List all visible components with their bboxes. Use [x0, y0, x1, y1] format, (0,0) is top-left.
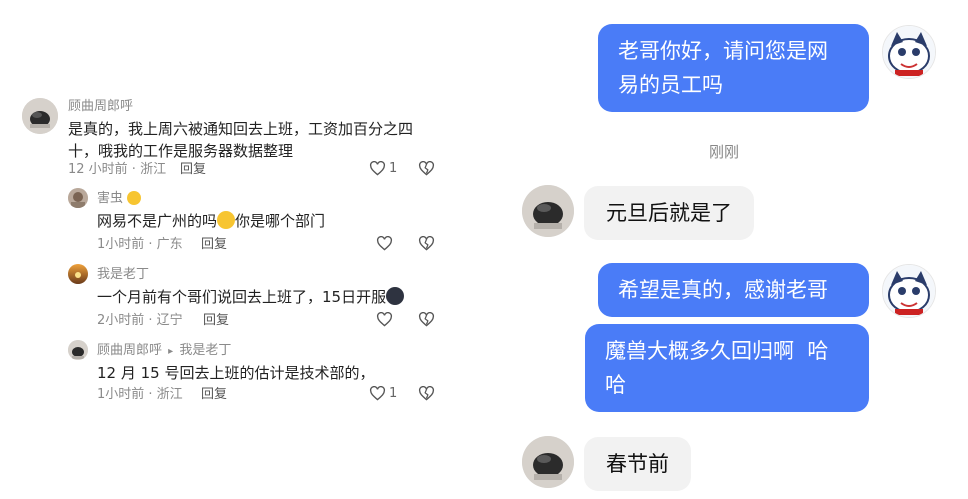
chat-bubble-outgoing[interactable]: 魔兽大概多久回归啊 哈 哈 — [585, 324, 869, 412]
chat-bubble-incoming[interactable]: 元旦后就是了 — [584, 186, 754, 240]
comment-time-location: 12 小时前 · 浙江 — [68, 162, 167, 177]
comment-text: 网易不是广州的吗 你是哪个部门 — [97, 211, 326, 230]
like-count: 1 — [389, 386, 398, 401]
like-button[interactable]: 1 — [369, 386, 397, 401]
broken-heart-icon — [418, 236, 435, 251]
comment-text: 12 月 15 号回去上班的估计是技术部的， — [97, 364, 375, 382]
reply-button[interactable]: 回复 — [180, 162, 206, 178]
face-emoji-icon — [386, 287, 405, 305]
heart-icon — [369, 386, 386, 401]
self-avatar[interactable] — [882, 264, 936, 318]
dislike-button[interactable] — [418, 161, 435, 176]
heart-icon — [376, 312, 393, 327]
comment-author[interactable]: 害虫 — [97, 191, 142, 207]
like-button[interactable] — [376, 236, 393, 251]
self-avatar[interactable] — [882, 25, 936, 79]
dislike-button[interactable] — [418, 386, 435, 401]
comment-author: 顾曲周郎呼 ▸ 我是老丁 — [97, 343, 231, 360]
reply-to-name[interactable]: 我是老丁 — [179, 343, 231, 358]
author-name[interactable]: 顾曲周郎呼 — [97, 343, 162, 358]
broken-heart-icon — [418, 161, 435, 176]
reply-button[interactable]: 回复 — [201, 387, 227, 403]
reply-button[interactable]: 回复 — [203, 313, 229, 329]
heart-icon — [376, 236, 393, 251]
reply-button[interactable]: 回复 — [201, 237, 227, 253]
like-button[interactable]: 1 — [369, 161, 397, 176]
broken-heart-icon — [418, 386, 435, 401]
comment-time-location: 2小时前 · 辽宁 — [97, 313, 183, 328]
like-count: 1 — [389, 161, 398, 176]
comment-author[interactable]: 我是老丁 — [97, 267, 149, 283]
avatar[interactable] — [68, 188, 88, 208]
like-button[interactable] — [376, 312, 393, 327]
comment-author[interactable]: 顾曲周郎呼 — [68, 99, 133, 115]
reply-arrow-icon: ▸ — [168, 346, 174, 357]
chat-bubble-incoming[interactable]: 春节前 — [584, 437, 691, 491]
smile-emoji-icon — [127, 191, 142, 205]
avatar[interactable] — [68, 264, 88, 284]
contact-avatar[interactable] — [522, 436, 574, 488]
sweat-laugh-emoji-icon — [217, 211, 236, 229]
chat-bubble-outgoing[interactable]: 希望是真的，感谢老哥 — [598, 263, 869, 317]
contact-avatar[interactable] — [522, 185, 574, 237]
chat-bubble-outgoing[interactable]: 老哥你好，请问您是网 易的员工吗 — [598, 24, 869, 112]
broken-heart-icon — [418, 312, 435, 327]
heart-icon — [369, 161, 386, 176]
comment-time-location: 1小时前 · 浙江 — [97, 387, 183, 402]
avatar[interactable] — [68, 340, 88, 360]
comment-time-location: 1小时前 · 广东 — [97, 237, 183, 252]
comment-text-line1: 是真的，我上周六被通知回去上班，工资加百分之四 — [68, 120, 414, 138]
comment-text-line2: 十，哦我的工作是服务器数据整理 — [68, 142, 294, 160]
avatar[interactable] — [22, 98, 58, 134]
comment-text: 一个月前有个哥们说回去上班了，15日开服 — [97, 285, 405, 309]
time-divider: 刚刚 — [709, 143, 740, 161]
dislike-button[interactable] — [418, 312, 435, 327]
dislike-button[interactable] — [418, 236, 435, 251]
